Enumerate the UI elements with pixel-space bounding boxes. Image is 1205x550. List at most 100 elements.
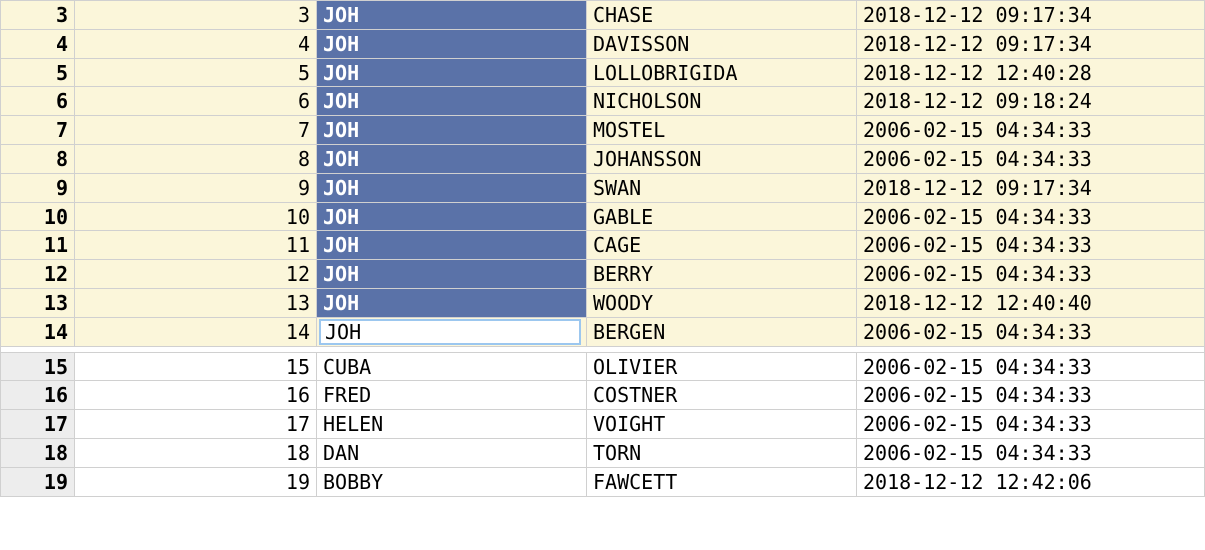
row-number-cell[interactable]: 5: [1, 59, 75, 88]
last-name-cell[interactable]: NICHOLSON: [587, 87, 857, 116]
row-number-cell[interactable]: 4: [1, 30, 75, 59]
id-cell[interactable]: 11: [75, 231, 317, 260]
first-name-cell[interactable]: JOH: [317, 260, 587, 289]
id-cell[interactable]: 6: [75, 87, 317, 116]
timestamp-cell[interactable]: 2006-02-15 04:34:33: [857, 439, 1205, 468]
table-row[interactable]: 1111JOHCAGE2006-02-15 04:34:33: [1, 231, 1205, 260]
timestamp-cell[interactable]: 2018-12-12 09:18:24: [857, 87, 1205, 116]
table-row[interactable]: 1212JOHBERRY2006-02-15 04:34:33: [1, 260, 1205, 289]
timestamp-cell[interactable]: 2018-12-12 09:17:34: [857, 30, 1205, 59]
id-cell[interactable]: 10: [75, 203, 317, 232]
row-number-cell[interactable]: 11: [1, 231, 75, 260]
timestamp-cell[interactable]: 2006-02-15 04:34:33: [857, 260, 1205, 289]
last-name-cell[interactable]: BERRY: [587, 260, 857, 289]
id-cell[interactable]: 13: [75, 289, 317, 318]
row-number-cell[interactable]: 12: [1, 260, 75, 289]
id-cell[interactable]: 17: [75, 410, 317, 439]
id-cell[interactable]: 9: [75, 174, 317, 203]
last-name-cell[interactable]: OLIVIER: [587, 353, 857, 382]
timestamp-cell[interactable]: 2006-02-15 04:34:33: [857, 410, 1205, 439]
id-cell[interactable]: 3: [75, 1, 317, 30]
row-number-cell[interactable]: 15: [1, 353, 75, 382]
table-row[interactable]: 88JOHJOHANSSON2006-02-15 04:34:33: [1, 145, 1205, 174]
first-name-cell[interactable]: FRED: [317, 381, 587, 410]
last-name-cell[interactable]: FAWCETT: [587, 468, 857, 497]
row-number-cell[interactable]: 3: [1, 1, 75, 30]
timestamp-cell[interactable]: 2018-12-12 12:40:28: [857, 59, 1205, 88]
table-row[interactable]: 66JOHNICHOLSON2018-12-12 09:18:24: [1, 87, 1205, 116]
id-cell[interactable]: 16: [75, 381, 317, 410]
last-name-cell[interactable]: SWAN: [587, 174, 857, 203]
first-name-cell[interactable]: JOH: [317, 30, 587, 59]
table-row[interactable]: 1313JOHWOODY2018-12-12 12:40:40: [1, 289, 1205, 318]
first-name-cell[interactable]: JOH: [317, 203, 587, 232]
first-name-editor[interactable]: [319, 319, 581, 345]
id-cell[interactable]: 5: [75, 59, 317, 88]
last-name-cell[interactable]: LOLLOBRIGIDA: [587, 59, 857, 88]
first-name-cell[interactable]: JOH: [317, 231, 587, 260]
timestamp-cell[interactable]: 2018-12-12 12:42:06: [857, 468, 1205, 497]
table-row[interactable]: 44JOHDAVISSON2018-12-12 09:17:34: [1, 30, 1205, 59]
last-name-cell[interactable]: CAGE: [587, 231, 857, 260]
first-name-cell[interactable]: BOBBY: [317, 468, 587, 497]
row-number-cell[interactable]: 14: [1, 318, 75, 347]
timestamp-cell[interactable]: 2006-02-15 04:34:33: [857, 381, 1205, 410]
last-name-cell[interactable]: MOSTEL: [587, 116, 857, 145]
id-cell[interactable]: 19: [75, 468, 317, 497]
last-name-cell[interactable]: TORN: [587, 439, 857, 468]
row-number-cell[interactable]: 7: [1, 116, 75, 145]
id-cell[interactable]: 15: [75, 353, 317, 382]
timestamp-cell[interactable]: 2006-02-15 04:34:33: [857, 116, 1205, 145]
first-name-cell[interactable]: JOH: [317, 1, 587, 30]
first-name-cell[interactable]: HELEN: [317, 410, 587, 439]
timestamp-cell[interactable]: 2006-02-15 04:34:33: [857, 353, 1205, 382]
first-name-cell[interactable]: JOH: [317, 289, 587, 318]
last-name-cell[interactable]: GABLE: [587, 203, 857, 232]
id-cell[interactable]: 14: [75, 318, 317, 347]
first-name-cell[interactable]: JOH: [317, 59, 587, 88]
timestamp-cell[interactable]: 2018-12-12 09:17:34: [857, 174, 1205, 203]
table-row[interactable]: 1010JOHGABLE2006-02-15 04:34:33: [1, 203, 1205, 232]
timestamp-cell[interactable]: 2018-12-12 09:17:34: [857, 1, 1205, 30]
table-row[interactable]: 1919BOBBYFAWCETT2018-12-12 12:42:06: [1, 468, 1205, 497]
last-name-cell[interactable]: DAVISSON: [587, 30, 857, 59]
timestamp-cell[interactable]: 2006-02-15 04:34:33: [857, 203, 1205, 232]
row-number-cell[interactable]: 19: [1, 468, 75, 497]
row-number-cell[interactable]: 9: [1, 174, 75, 203]
first-name-cell[interactable]: JOH: [317, 87, 587, 116]
first-name-cell[interactable]: DAN: [317, 439, 587, 468]
first-name-cell[interactable]: [317, 318, 587, 347]
table-row[interactable]: 1818DANTORN2006-02-15 04:34:33: [1, 439, 1205, 468]
last-name-cell[interactable]: JOHANSSON: [587, 145, 857, 174]
table-row[interactable]: 33JOHCHASE2018-12-12 09:17:34: [1, 1, 1205, 30]
last-name-cell[interactable]: VOIGHT: [587, 410, 857, 439]
last-name-cell[interactable]: COSTNER: [587, 381, 857, 410]
table-row[interactable]: 1414 BERGEN2006-02-15 04:34:33: [1, 318, 1205, 347]
row-number-cell[interactable]: 6: [1, 87, 75, 116]
id-cell[interactable]: 7: [75, 116, 317, 145]
id-cell[interactable]: 8: [75, 145, 317, 174]
row-number-cell[interactable]: 13: [1, 289, 75, 318]
first-name-cell[interactable]: JOH: [317, 145, 587, 174]
row-number-cell[interactable]: 16: [1, 381, 75, 410]
id-cell[interactable]: 4: [75, 30, 317, 59]
table-row[interactable]: 77JOHMOSTEL2006-02-15 04:34:33: [1, 116, 1205, 145]
row-number-cell[interactable]: 18: [1, 439, 75, 468]
row-number-cell[interactable]: 17: [1, 410, 75, 439]
row-number-cell[interactable]: 10: [1, 203, 75, 232]
first-name-cell[interactable]: JOH: [317, 174, 587, 203]
table-row[interactable]: 1515CUBAOLIVIER2006-02-15 04:34:33: [1, 353, 1205, 382]
last-name-cell[interactable]: WOODY: [587, 289, 857, 318]
table-row[interactable]: 1616FREDCOSTNER2006-02-15 04:34:33: [1, 381, 1205, 410]
row-number-cell[interactable]: 8: [1, 145, 75, 174]
timestamp-cell[interactable]: 2006-02-15 04:34:33: [857, 145, 1205, 174]
timestamp-cell[interactable]: 2006-02-15 04:34:33: [857, 318, 1205, 347]
last-name-cell[interactable]: BERGEN: [587, 318, 857, 347]
table-row[interactable]: 99JOHSWAN2018-12-12 09:17:34: [1, 174, 1205, 203]
timestamp-cell[interactable]: 2018-12-12 12:40:40: [857, 289, 1205, 318]
first-name-cell[interactable]: CUBA: [317, 353, 587, 382]
table-row[interactable]: 55JOHLOLLOBRIGIDA2018-12-12 12:40:28: [1, 59, 1205, 88]
data-grid[interactable]: 33JOHCHASE2018-12-12 09:17:3444JOHDAVISS…: [0, 0, 1205, 497]
last-name-cell[interactable]: CHASE: [587, 1, 857, 30]
id-cell[interactable]: 12: [75, 260, 317, 289]
